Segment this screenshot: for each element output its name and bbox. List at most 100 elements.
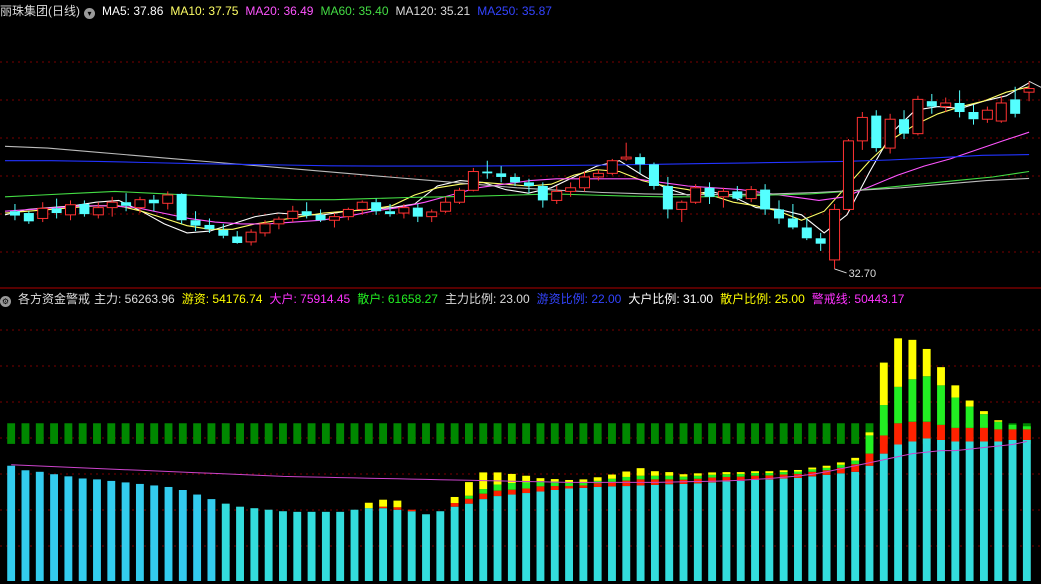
big-holder-bar xyxy=(908,379,917,422)
candle-22 xyxy=(315,209,326,223)
big-holder-bar xyxy=(608,478,616,482)
retail-bar xyxy=(908,441,917,581)
indicator-bar-44 xyxy=(636,423,645,581)
candle-body xyxy=(662,185,673,210)
warning-bar xyxy=(722,423,731,444)
candle-body xyxy=(676,201,688,210)
main-force-bar xyxy=(522,488,531,494)
indicator-bar-68 xyxy=(979,411,988,581)
big-holder-bar xyxy=(622,476,631,481)
candle-body xyxy=(92,207,104,216)
candle-54 xyxy=(760,184,771,215)
candle-36 xyxy=(510,173,521,186)
indicator-bar-52 xyxy=(751,423,759,581)
candle-17 xyxy=(245,229,257,246)
candle-body xyxy=(620,156,632,160)
candle-body xyxy=(148,199,159,204)
indicator-bar-21 xyxy=(307,423,316,581)
candle-body xyxy=(635,157,646,165)
retail-bar xyxy=(636,485,645,581)
big-holder-bar xyxy=(979,414,988,428)
hot-money-bar xyxy=(836,462,845,465)
chart-canvas[interactable]: 39.0032.70 xyxy=(0,0,1041,584)
main-force-bar xyxy=(622,480,631,487)
candle-32 xyxy=(453,187,465,205)
warning-bar xyxy=(522,423,531,444)
hot-money-bar xyxy=(879,362,888,406)
warning-bar xyxy=(250,423,259,444)
retail-bar xyxy=(250,508,259,581)
candle-53 xyxy=(745,185,757,203)
candle-56 xyxy=(787,204,798,230)
candle-29 xyxy=(412,204,423,223)
retail-bar xyxy=(722,481,731,581)
retail-bar xyxy=(121,482,130,581)
hot-money-bar xyxy=(736,472,745,474)
retail-bar xyxy=(464,503,473,581)
candle-39 xyxy=(551,185,563,205)
candle-64 xyxy=(899,110,910,140)
retail-bar xyxy=(922,438,931,581)
candle-body xyxy=(287,210,299,219)
hot-money-bar xyxy=(593,477,602,481)
warning-bar xyxy=(164,423,173,444)
hot-money-bar xyxy=(851,457,860,461)
indicator-bar-16 xyxy=(236,423,244,581)
hot-money-bar xyxy=(922,348,931,377)
warning-bar xyxy=(836,423,845,444)
warning-bar xyxy=(7,423,16,444)
hot-money-bar xyxy=(765,471,774,474)
hot-money-bar xyxy=(636,468,645,476)
candle-body xyxy=(315,214,326,221)
retail-bar xyxy=(50,474,59,581)
hot-money-bar xyxy=(679,474,688,477)
retail-bar xyxy=(965,441,974,581)
retail-bar xyxy=(665,484,674,581)
candle-body xyxy=(565,187,577,192)
candle-body xyxy=(121,202,132,206)
main-force-bar xyxy=(379,506,388,509)
indicator-bar-22 xyxy=(321,423,330,581)
retail-bar xyxy=(579,487,588,581)
indicator-bar-26 xyxy=(379,423,388,581)
candle-body xyxy=(426,211,438,218)
main-force-bar xyxy=(579,485,588,488)
indicator-bar-3 xyxy=(50,423,59,581)
candle-27 xyxy=(385,204,396,217)
candle-16 xyxy=(232,231,243,244)
retail-bar xyxy=(937,439,945,581)
indicator-bar-43 xyxy=(622,423,631,581)
retail-bar xyxy=(436,511,445,581)
candle-body xyxy=(829,208,841,261)
warning-bar xyxy=(279,423,287,444)
indicator-bar-10 xyxy=(150,423,159,581)
retail-bar xyxy=(951,441,960,581)
warning-bar xyxy=(622,423,631,444)
candle-body xyxy=(606,160,618,174)
candle-60 xyxy=(842,139,854,212)
hot-money-bar xyxy=(450,496,459,504)
big-holder-bar xyxy=(565,483,574,487)
hot-money-bar xyxy=(994,420,1003,422)
warning-bar xyxy=(407,423,416,444)
main-force-bar xyxy=(565,486,574,489)
retail-bar xyxy=(107,480,116,581)
warning-bar xyxy=(207,423,216,444)
candle-body xyxy=(884,118,896,149)
warning-bar xyxy=(565,423,574,444)
retail-bar xyxy=(93,479,101,581)
warning-bar xyxy=(21,423,30,444)
candle-body xyxy=(371,202,382,212)
warning-bar xyxy=(464,423,473,444)
candle-body xyxy=(981,109,993,120)
candle-20 xyxy=(287,205,299,223)
big-holder-bar xyxy=(507,483,516,490)
candle-12 xyxy=(176,193,187,224)
indicator-bar-46 xyxy=(665,423,674,581)
retail-bar xyxy=(479,499,488,581)
candle-body xyxy=(773,209,785,219)
candle-68 xyxy=(954,90,965,118)
warning-bar xyxy=(479,423,488,444)
main-force-bar xyxy=(951,427,960,442)
warning-bar xyxy=(436,423,445,444)
